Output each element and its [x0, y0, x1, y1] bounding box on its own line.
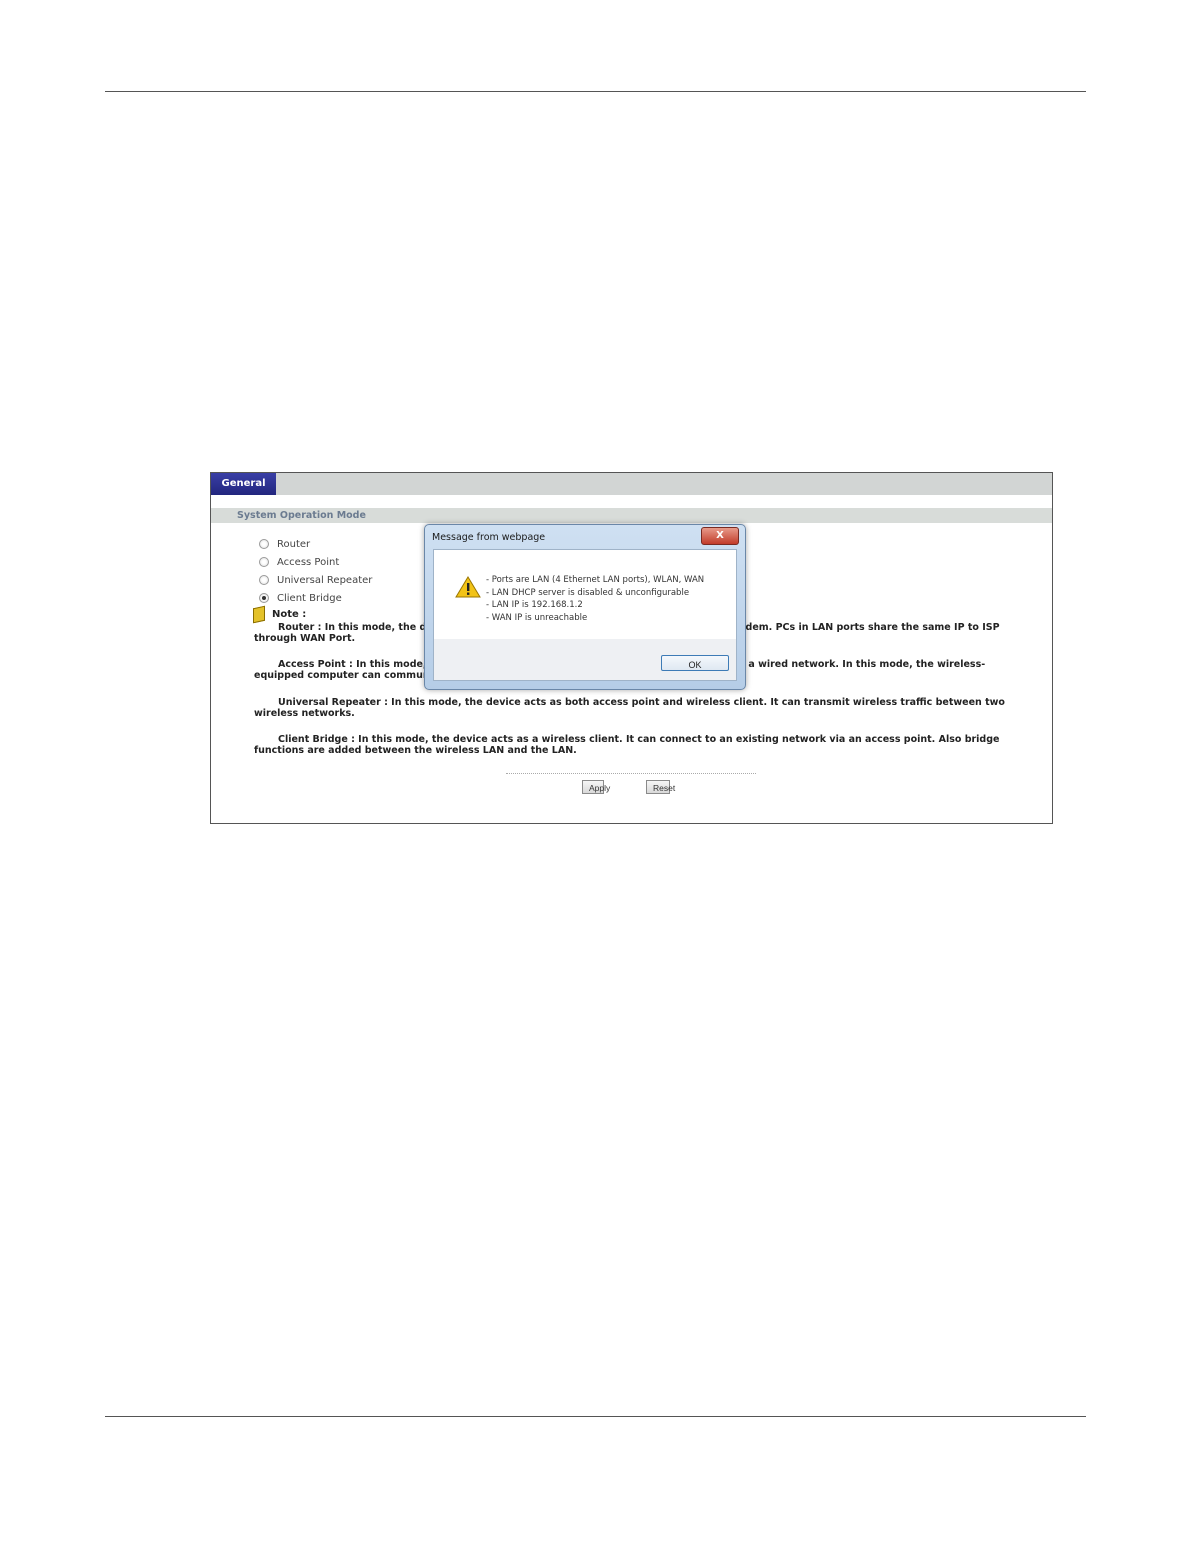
reset-button[interactable]: Reset [646, 780, 675, 794]
option-access-point[interactable]: Access Point [259, 555, 339, 569]
dialog-title: Message from webpage [432, 532, 546, 543]
universal-repeater-label: Universal Repeater [277, 574, 373, 586]
ok-button[interactable]: OK [661, 655, 729, 671]
close-icon[interactable]: X [701, 527, 739, 545]
message-line: - Ports are LAN (4 Ethernet LAN ports), … [486, 575, 705, 585]
router-label: Router [277, 538, 311, 550]
section-title: System Operation Mode [237, 510, 366, 521]
tab-bar: General [211, 473, 1052, 495]
header-rule [105, 91, 1086, 92]
note-label: Note : [272, 609, 307, 620]
message-line: - WAN IP is unreachable [486, 612, 588, 623]
client-bridge-radio[interactable] [259, 593, 269, 603]
warning-icon [455, 576, 481, 598]
dialog-body: - Ports are LAN (4 Ethernet LAN ports), … [433, 549, 737, 681]
router-radio[interactable] [259, 539, 269, 549]
note-icon [253, 605, 265, 624]
universal-repeater-radio[interactable] [259, 575, 269, 585]
section-header: System Operation Mode [211, 508, 1052, 523]
note-heading: Note : [253, 605, 307, 624]
tab-general[interactable]: General [211, 473, 276, 495]
apply-button[interactable]: Apply [582, 780, 610, 794]
option-client-bridge[interactable]: Client Bridge [259, 591, 342, 605]
footer-rule [105, 1416, 1086, 1417]
dialog-message: - Ports are LAN (4 Ethernet LAN ports), … [486, 574, 704, 624]
universal-repeater-description: Universal Repeater : In this mode, the d… [254, 697, 1005, 719]
client-bridge-label: Client Bridge [277, 592, 342, 604]
message-dialog: Message from webpage X - Ports are LAN (… [424, 524, 746, 690]
client-bridge-description: Client Bridge : In this mode, the device… [254, 734, 1000, 756]
option-universal-repeater[interactable]: Universal Repeater [259, 573, 372, 587]
access-point-radio[interactable] [259, 557, 269, 567]
access-point-label: Access Point [277, 556, 340, 568]
button-divider [506, 773, 756, 774]
option-router[interactable]: Router [259, 537, 310, 551]
message-line: - LAN DHCP server is disabled & unconfig… [486, 587, 690, 598]
message-line: - LAN IP is 192.168.1.2 [486, 600, 583, 610]
